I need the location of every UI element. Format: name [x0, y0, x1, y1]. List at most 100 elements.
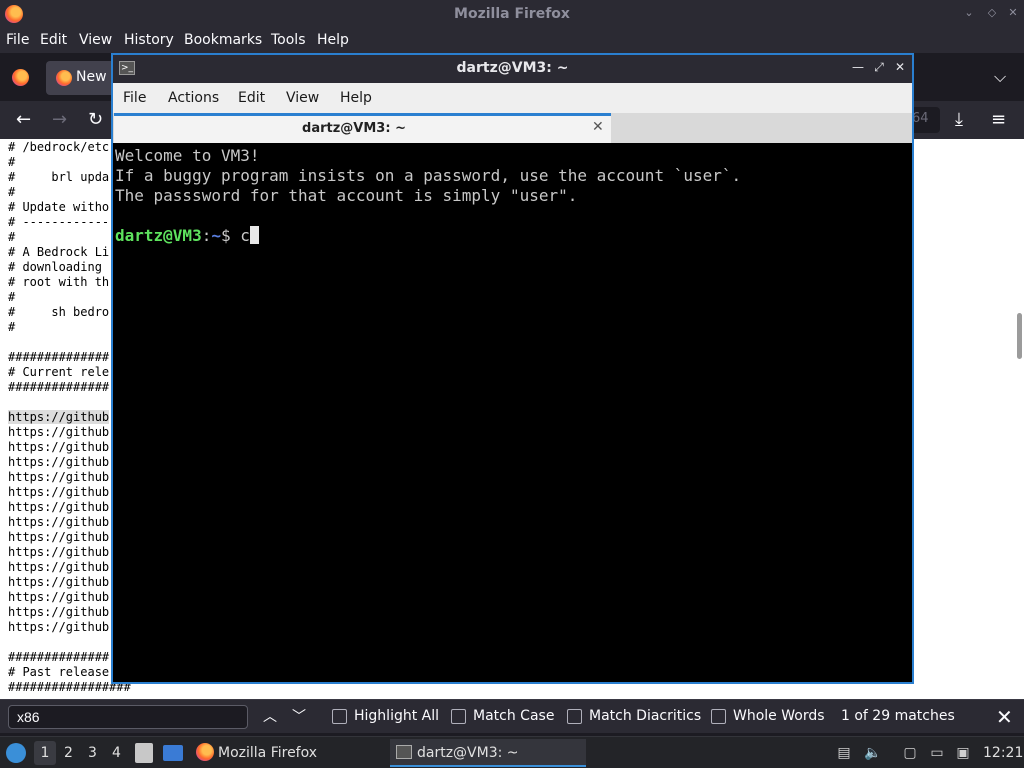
terminal-tab[interactable]: dartz@VM3: ~ ✕ [114, 113, 611, 143]
scrollbar[interactable] [1017, 313, 1022, 359]
terminal-menubar: File Actions Edit View Help [113, 83, 912, 113]
term-menu-actions[interactable]: Actions [168, 90, 219, 106]
typed-command: c [240, 226, 250, 245]
term-menu-file[interactable]: File [123, 90, 146, 106]
page-text-line: https://github [8, 545, 110, 559]
close-tab-icon[interactable]: ✕ [592, 119, 604, 135]
page-text-line: https://github [8, 515, 110, 529]
maximize-icon[interactable]: ⤢ [872, 60, 886, 74]
folder-icon[interactable] [163, 745, 183, 761]
page-text-line: # root with th [8, 275, 110, 289]
menu-bookmarks[interactable]: Bookmarks [184, 32, 262, 48]
workspace-3[interactable]: 3 [88, 745, 97, 761]
start-menu-icon[interactable] [6, 743, 26, 763]
back-arrow-icon[interactable]: ← [16, 109, 31, 130]
menu-tools[interactable]: Tools [271, 32, 306, 48]
page-text-line: https://github [8, 530, 110, 544]
terminal-line: The passsword for that account is simply… [115, 186, 578, 205]
find-bar: ︿ ﹀ Highlight All Match Case Match Diacr… [0, 699, 1024, 733]
page-text-line: https://github [8, 620, 110, 634]
page-text-line: https://github [8, 605, 110, 619]
menu-edit[interactable]: Edit [40, 32, 67, 48]
page-text-line: https://github [8, 590, 110, 604]
terminal-title: dartz@VM3: ~ [456, 60, 569, 76]
task-terminal[interactable]: dartz@VM3: ~ [390, 739, 586, 767]
minimize-icon[interactable]: — [851, 60, 865, 74]
forward-arrow-icon[interactable]: → [52, 109, 67, 130]
notes-icon[interactable]: ▢ [902, 745, 918, 761]
window-title: Mozilla Firefox [454, 6, 570, 22]
prompt-separator: : [201, 226, 212, 245]
page-text-line: # brl upda [8, 170, 110, 184]
page-text-line: https://github [8, 560, 110, 574]
page-text-line: # Update witho [8, 200, 110, 214]
clipboard-icon[interactable]: ▤ [836, 745, 852, 761]
hamburger-menu-icon[interactable]: ≡ [991, 109, 1006, 130]
close-icon[interactable]: ✕ [1006, 6, 1020, 20]
highlight-all-label: Highlight All [354, 708, 440, 724]
updates-icon[interactable]: ▣ [955, 745, 971, 761]
url-text: 64 [912, 111, 929, 126]
page-text-line: https://github [8, 485, 110, 499]
workspace-4[interactable]: 4 [112, 745, 121, 761]
find-match-count: 1 of 29 matches [841, 708, 955, 724]
find-input[interactable] [8, 705, 248, 729]
clock: 12:21 [983, 745, 1024, 761]
taskbar: 1 2 3 4 Mozilla Firefox dartz@VM3: ~ ▤ 🔈… [0, 736, 1024, 768]
terminal-line: If a buggy program insists on a password… [115, 166, 742, 185]
workspace-2[interactable]: 2 [64, 745, 73, 761]
terminal-icon [396, 745, 412, 759]
term-menu-edit[interactable]: Edit [238, 90, 265, 106]
text-cursor [249, 226, 259, 244]
term-menu-view[interactable]: View [286, 90, 319, 106]
page-text-line: https://github [8, 425, 110, 439]
task-terminal-label: dartz@VM3: ~ [417, 745, 519, 761]
terminal-output[interactable]: Welcome to VM3! If a buggy program insis… [113, 145, 912, 682]
minimize-icon[interactable]: ⌄ [962, 6, 976, 20]
match-case-label: Match Case [473, 708, 555, 724]
whole-words-label: Whole Words [733, 708, 825, 724]
close-find-icon[interactable]: ✕ [996, 705, 1013, 729]
page-text-line: # [8, 230, 16, 244]
page-text-line: https://github [8, 470, 110, 484]
page-text-line: https://github [8, 440, 110, 454]
download-icon[interactable]: ⤓ [955, 109, 963, 130]
close-icon[interactable]: ✕ [893, 60, 907, 74]
network-icon[interactable]: ▭ [929, 745, 945, 761]
highlight-all-checkbox[interactable] [332, 709, 347, 724]
page-text-line: # /bedrock/etc [8, 140, 110, 154]
chevron-down-icon[interactable]: ⌵ [994, 67, 1006, 87]
whole-words-checkbox[interactable] [711, 709, 726, 724]
page-text-line: # [8, 185, 16, 199]
volume-icon[interactable]: 🔈 [864, 745, 881, 761]
menu-help[interactable]: Help [317, 32, 349, 48]
menu-file[interactable]: File [6, 32, 29, 48]
prompt-user: dartz@VM3 [115, 226, 202, 245]
firefox-view-icon[interactable] [12, 69, 29, 86]
page-text-line: # [8, 320, 16, 334]
find-previous-icon[interactable]: ︿ [263, 706, 277, 726]
term-menu-help[interactable]: Help [340, 90, 372, 106]
tab-label: New [76, 69, 107, 85]
page-text-line: # sh bedro [8, 305, 110, 319]
page-text-line: # Current rele [8, 365, 110, 379]
menu-history[interactable]: History [124, 32, 174, 48]
match-diacritics-label: Match Diacritics [589, 708, 702, 724]
page-text-line: # [8, 290, 16, 304]
reload-icon[interactable]: ↻ [88, 109, 103, 130]
match-case-checkbox[interactable] [451, 709, 466, 724]
file-manager-icon[interactable] [135, 743, 153, 763]
prompt-dir: ~ [211, 226, 221, 245]
match-diacritics-checkbox[interactable] [567, 709, 582, 724]
firefox-titlebar: Mozilla Firefox ⌄ ◇ ✕ [0, 0, 1024, 29]
workspace-1[interactable]: 1 [34, 741, 56, 765]
terminal-tab-label: dartz@VM3: ~ [302, 121, 406, 136]
maximize-icon[interactable]: ◇ [985, 6, 999, 20]
page-text-line: # downloading [8, 260, 110, 274]
task-firefox[interactable]: Mozilla Firefox [196, 739, 376, 767]
terminal-titlebar[interactable]: >_ dartz@VM3: ~ — ⤢ ✕ [113, 55, 912, 83]
menu-view[interactable]: View [79, 32, 112, 48]
find-next-icon[interactable]: ﹀ [292, 706, 306, 726]
firefox-menubar: File Edit View History Bookmarks Tools H… [0, 29, 1024, 53]
terminal-line: Welcome to VM3! [115, 146, 260, 165]
